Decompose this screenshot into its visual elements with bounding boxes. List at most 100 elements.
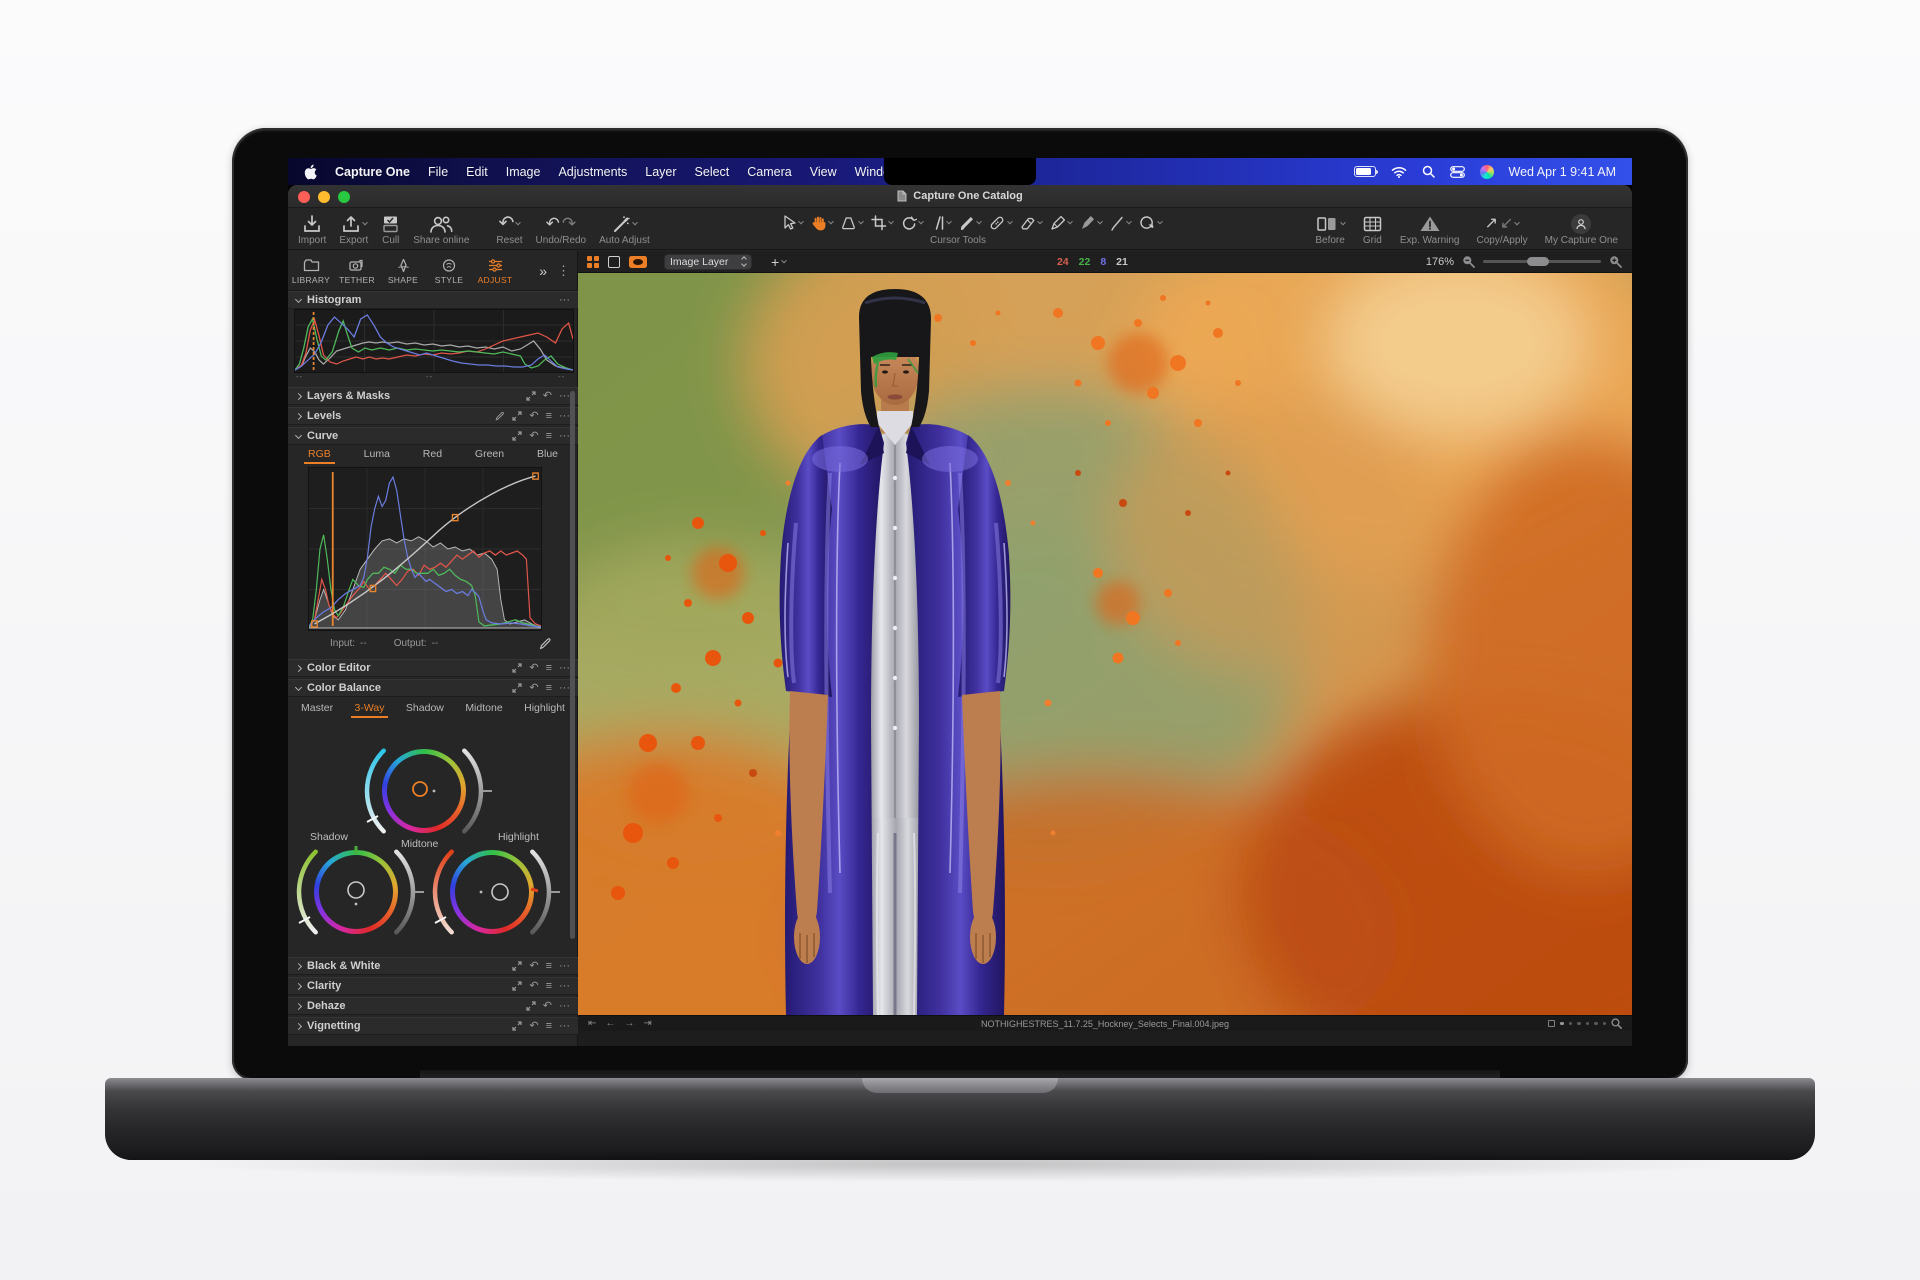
- draw-mask-tool[interactable]: [958, 214, 981, 232]
- select-tool[interactable]: [780, 214, 803, 232]
- presets-icon[interactable]: ≡: [546, 411, 552, 422]
- panel-color-balance-header[interactable]: Color Balance ↶ ≡ ···: [288, 679, 578, 697]
- undo-redo-button[interactable]: ↶↷ Undo/Redo: [536, 208, 587, 246]
- pan-tool[interactable]: [810, 214, 833, 232]
- cb-tab-3way[interactable]: 3-Way: [355, 702, 385, 717]
- apple-menu-icon[interactable]: [304, 164, 317, 180]
- tab-adjust[interactable]: ADJUST: [472, 256, 518, 285]
- expand-panel-icon[interactable]: [512, 1021, 522, 1031]
- panel-dehaze-header[interactable]: Dehaze ↶ ···: [288, 997, 578, 1015]
- curve-tab-red[interactable]: Red: [423, 448, 442, 463]
- panel-layers-header[interactable]: Layers & Masks ↶ ···: [288, 387, 578, 405]
- zoom-in-icon[interactable]: [1609, 255, 1622, 268]
- expand-panel-icon[interactable]: [512, 981, 522, 991]
- reset-panel-icon[interactable]: ↶: [529, 683, 538, 694]
- battery-icon[interactable]: [1354, 166, 1376, 177]
- clone-tool[interactable]: [1079, 214, 1102, 232]
- wifi-icon[interactable]: [1391, 166, 1407, 178]
- layer-select[interactable]: Image Layer: [664, 254, 752, 270]
- proof-view-icon[interactable]: [629, 256, 647, 268]
- control-center-icon[interactable]: [1450, 166, 1465, 178]
- curve-tab-rgb[interactable]: RGB: [308, 448, 331, 463]
- menu-item-view[interactable]: View: [810, 165, 837, 179]
- presets-icon[interactable]: ≡: [546, 663, 552, 674]
- share-online-button[interactable]: Share online: [413, 208, 469, 246]
- panel-color-editor-header[interactable]: Color Editor ↶ ≡ ···: [288, 659, 578, 677]
- reset-panel-icon[interactable]: ↶: [529, 981, 538, 992]
- expand-panel-icon[interactable]: [512, 683, 522, 693]
- curve-tab-blue[interactable]: Blue: [537, 448, 558, 463]
- curve-picker-icon[interactable]: [539, 637, 552, 650]
- menu-item-camera[interactable]: Camera: [747, 165, 791, 179]
- panel-menu-icon[interactable]: ···: [559, 391, 570, 402]
- presets-icon[interactable]: ≡: [546, 1021, 552, 1032]
- panel-vignetting-header[interactable]: Vignetting ↶ ≡ ···: [288, 1017, 578, 1035]
- zoom-slider-thumb[interactable]: [1527, 257, 1549, 266]
- tab-tether[interactable]: TETHER: [334, 256, 380, 285]
- export-button[interactable]: Export: [339, 208, 368, 246]
- sidebar-scrollbar[interactable]: [570, 391, 575, 939]
- auto-adjust-button[interactable]: Auto Adjust: [599, 208, 650, 246]
- menu-item-select[interactable]: Select: [695, 165, 730, 179]
- spotlight-icon[interactable]: [1422, 165, 1435, 178]
- presets-icon[interactable]: ≡: [546, 961, 552, 972]
- my-capture-one-button[interactable]: My Capture One: [1545, 208, 1618, 246]
- straighten-tool[interactable]: [930, 214, 951, 232]
- expand-panel-icon[interactable]: [526, 1001, 536, 1011]
- single-view-icon[interactable]: [608, 256, 620, 268]
- reset-panel-icon[interactable]: ↶: [529, 663, 538, 674]
- photo-canvas[interactable]: [578, 273, 1632, 1015]
- panel-clarity-header[interactable]: Clarity ↶ ≡ ···: [288, 977, 578, 995]
- annotate-tool[interactable]: [1109, 214, 1131, 232]
- erase-tool[interactable]: [1019, 214, 1042, 232]
- thumbnails-icon[interactable]: [587, 256, 599, 268]
- cb-tab-shadow[interactable]: Shadow: [406, 702, 444, 717]
- menu-item-adjustments[interactable]: Adjustments: [558, 165, 627, 179]
- reset-button[interactable]: ↶ Reset: [496, 208, 522, 246]
- crop-tool[interactable]: [870, 214, 893, 232]
- curve-graph[interactable]: [308, 467, 542, 631]
- minimize-button[interactable]: [318, 191, 330, 203]
- reset-panel-icon[interactable]: ↶: [543, 1001, 552, 1012]
- panel-menu-icon[interactable]: ···: [559, 295, 570, 306]
- reset-panel-icon[interactable]: ↶: [529, 411, 538, 422]
- expand-panel-icon[interactable]: [512, 431, 522, 441]
- rotate-tool[interactable]: [900, 214, 923, 232]
- panel-menu-icon[interactable]: ···: [559, 1001, 570, 1012]
- presets-icon[interactable]: ≡: [546, 981, 552, 992]
- panel-histogram-header[interactable]: Histogram ···: [288, 291, 578, 309]
- add-layer-button[interactable]: +: [771, 254, 786, 270]
- cull-button[interactable]: Cull: [381, 208, 400, 246]
- siri-icon[interactable]: [1480, 165, 1494, 179]
- zoom-button[interactable]: [338, 191, 350, 203]
- zoom-level[interactable]: 176%: [1426, 256, 1454, 268]
- pen-tool[interactable]: [1049, 214, 1072, 232]
- panel-menu-icon[interactable]: ···: [559, 683, 570, 694]
- panel-menu-icon[interactable]: ···: [559, 663, 570, 674]
- close-button[interactable]: [298, 191, 310, 203]
- cb-tab-midtone[interactable]: Midtone: [465, 702, 502, 717]
- zoom-out-icon[interactable]: [1462, 255, 1475, 268]
- menu-item-image[interactable]: Image: [506, 165, 541, 179]
- tab-library[interactable]: LIBRARY: [288, 256, 334, 285]
- panel-menu-icon[interactable]: ···: [559, 981, 570, 992]
- curve-tab-luma[interactable]: Luma: [364, 448, 390, 463]
- panel-menu-icon[interactable]: ···: [559, 1021, 570, 1032]
- panel-levels-header[interactable]: Levels ↶ ≡ ···: [288, 407, 578, 425]
- reset-panel-icon[interactable]: ↶: [529, 431, 538, 442]
- import-button[interactable]: Import: [298, 208, 326, 246]
- spot-tool[interactable]: [1138, 214, 1162, 232]
- before-button[interactable]: Before: [1315, 208, 1344, 246]
- panel-menu-icon[interactable]: ···: [559, 411, 570, 422]
- zoom-slider[interactable]: [1483, 260, 1601, 263]
- panel-menu-icon[interactable]: ···: [559, 431, 570, 442]
- picker-icon[interactable]: [495, 411, 505, 421]
- curve-tab-green[interactable]: Green: [475, 448, 504, 463]
- reset-panel-icon[interactable]: ↶: [529, 1021, 538, 1032]
- panel-black-white-header[interactable]: Black & White ↶ ≡ ···: [288, 957, 578, 975]
- copy-apply-button[interactable]: ↗↙ Copy/Apply: [1476, 208, 1527, 246]
- expand-panel-icon[interactable]: [526, 391, 536, 401]
- tab-shape[interactable]: SHAPE: [380, 256, 426, 285]
- heal-tool[interactable]: [988, 214, 1012, 232]
- tab-style[interactable]: STYLE: [426, 256, 472, 285]
